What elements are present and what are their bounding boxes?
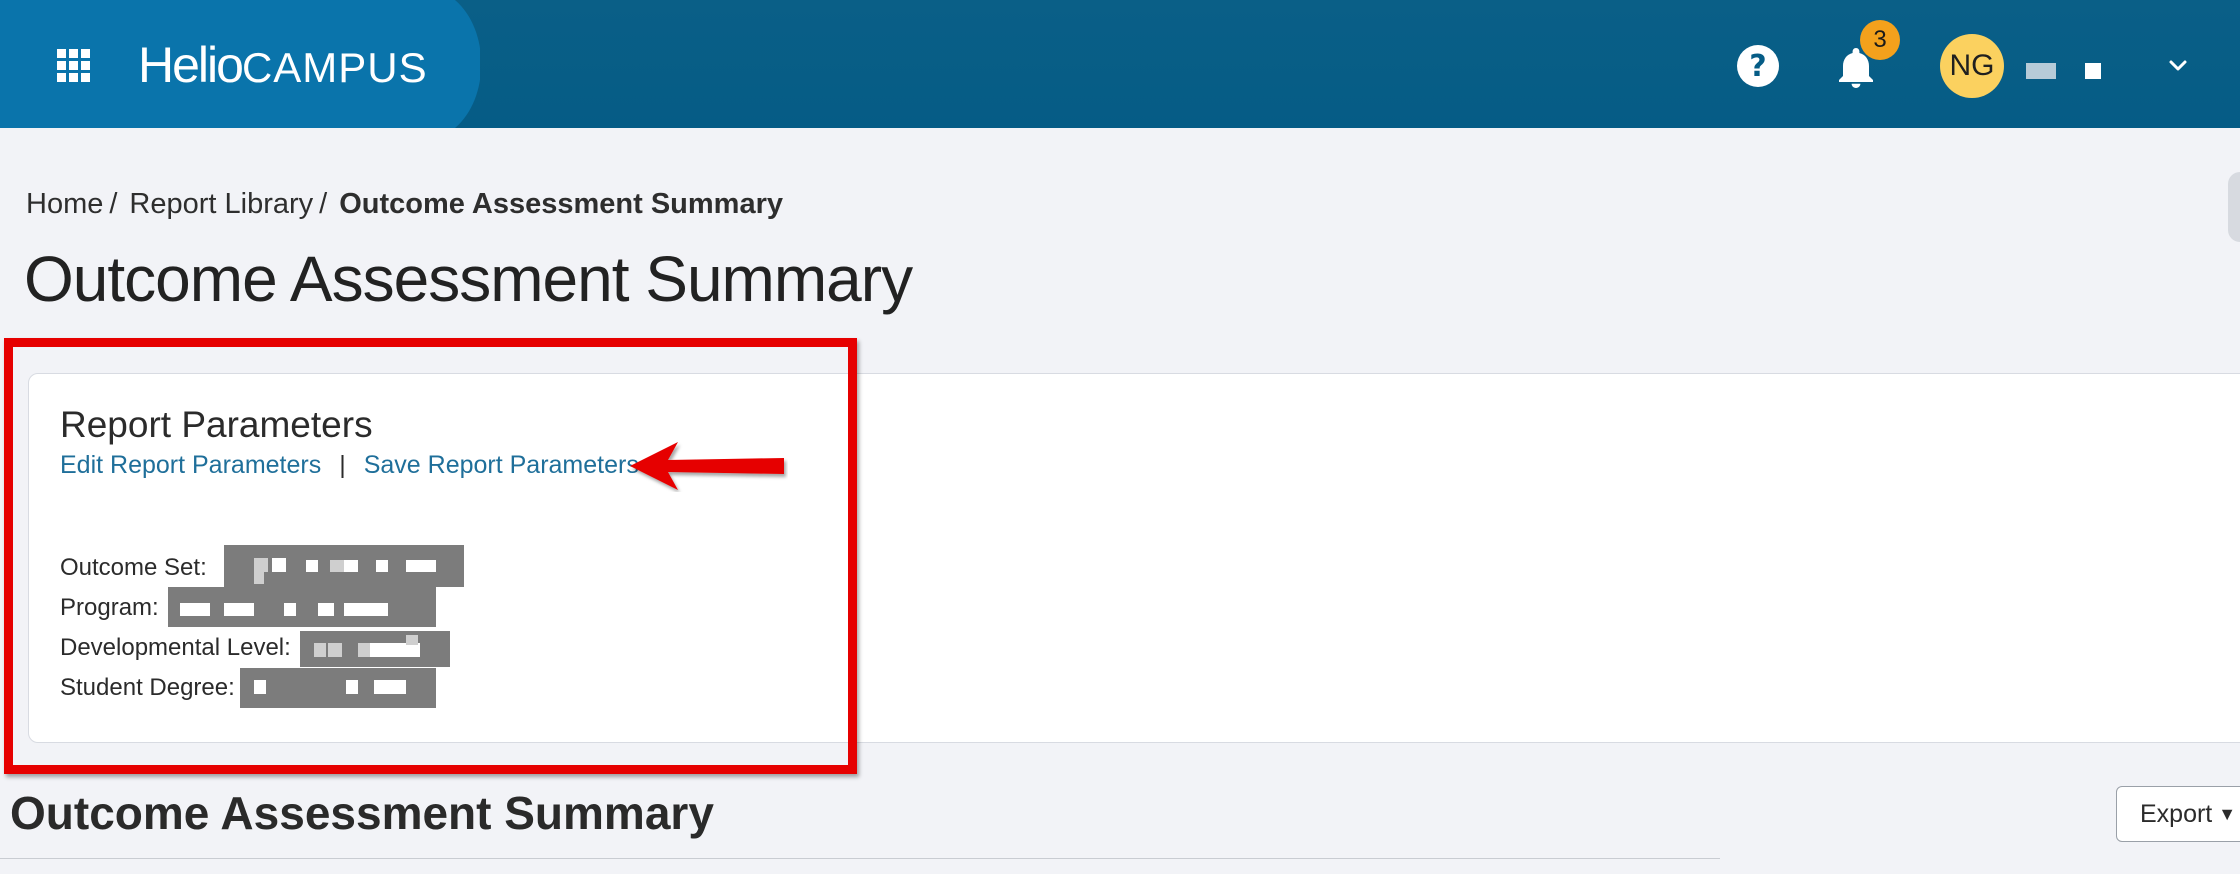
breadcrumb-current-page: Outcome Assessment Summary xyxy=(339,188,783,220)
notifications-button[interactable]: 3 xyxy=(1832,20,1900,92)
page-title: Outcome Assessment Summary xyxy=(24,243,913,315)
caret-down-icon: ▼ xyxy=(2218,803,2237,824)
logo-secondary-text: CAMPUS xyxy=(241,44,428,91)
notification-count-badge: 3 xyxy=(1860,20,1900,60)
redacted-program-value xyxy=(168,587,436,627)
side-panel-handle[interactable] xyxy=(2228,172,2240,242)
redacted-user-name xyxy=(2026,63,2056,79)
logo-primary-text: Helio xyxy=(138,37,244,93)
section-divider xyxy=(0,858,1720,859)
redacted-user-name-part xyxy=(2085,63,2101,79)
breadcrumb-separator: / xyxy=(319,188,328,220)
edit-report-parameters-link[interactable]: Edit Report Parameters xyxy=(60,451,321,480)
summary-section-title: Outcome Assessment Summary xyxy=(10,787,714,839)
chevron-down-icon[interactable] xyxy=(2164,54,2192,78)
user-avatar[interactable]: NG xyxy=(1940,34,2004,98)
report-parameters-actions: Edit Report Parameters | Save Report Par… xyxy=(60,451,639,480)
redacted-developmental-level-value xyxy=(300,631,450,667)
developmental-level-label: Developmental Level: xyxy=(60,634,291,661)
save-report-parameters-link[interactable]: Save Report Parameters xyxy=(364,451,639,480)
export-dropdown-button[interactable]: Export ▼ xyxy=(2116,786,2240,842)
export-button-label: Export xyxy=(2140,799,2213,828)
breadcrumb: Home / Report Library / Outcome Assessme… xyxy=(26,188,783,221)
student-degree-label: Student Degree: xyxy=(60,674,235,701)
redacted-student-degree-value xyxy=(240,668,436,708)
help-icon[interactable]: ? xyxy=(1737,45,1779,87)
outcome-set-label: Outcome Set: xyxy=(60,554,207,581)
app-launcher-icon[interactable] xyxy=(57,49,93,82)
top-navigation-bar: Helio CAMPUS ? 3 NG xyxy=(0,0,2240,128)
breadcrumb-home-link[interactable]: Home xyxy=(26,188,103,221)
breadcrumb-report-library-link[interactable]: Report Library xyxy=(129,188,313,221)
heliocampus-logo[interactable]: Helio CAMPUS xyxy=(138,36,428,93)
report-parameters-title: Report Parameters xyxy=(60,404,373,445)
breadcrumb-separator: / xyxy=(109,188,118,220)
redacted-outcome-set-value xyxy=(224,545,464,587)
link-separator: | xyxy=(339,451,346,479)
program-label: Program: xyxy=(60,594,159,621)
